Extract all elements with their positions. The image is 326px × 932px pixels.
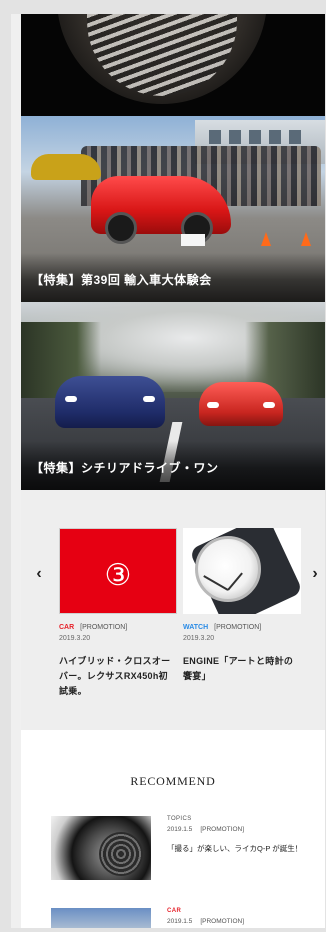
card-category[interactable]: WATCH [183, 624, 208, 631]
carousel-card[interactable]: ③ CAR [PROMOTION] 2019.3.20 ハイブリッド・クロスオーバ… [59, 528, 177, 699]
card-title[interactable]: ハイブリッド・クロスオーバー。レクサスRX450h初試乗。 [59, 654, 177, 699]
card-category[interactable]: CAR [59, 624, 74, 631]
headlight-graphic [143, 396, 155, 402]
camera-lens-graphic [99, 832, 143, 876]
headlight-graphic [207, 402, 219, 408]
red-car-graphic [199, 382, 283, 426]
headlight-graphic [263, 402, 275, 408]
window-graphic [289, 130, 301, 144]
traffic-cone-graphic [301, 232, 311, 246]
promotion-carousel: ‹ ③ CAR [PROMOTION] 2019.3.20 ハイブリッド・クロスオ… [21, 490, 325, 730]
recommend-date: 2019.1.5 [167, 918, 193, 925]
traffic-cone-graphic [261, 232, 271, 246]
recommend-thumbnail[interactable] [51, 908, 151, 928]
license-plate-graphic [181, 234, 205, 246]
carousel-card[interactable]: WATCH [PROMOTION] 2019.3.20 ENGINE「アートと時計… [183, 528, 301, 684]
recommend-tag: [PROMOTION] [200, 826, 245, 833]
feature-article-2[interactable]: 【特集】シチリアドライブ・ワン [21, 302, 325, 490]
card-title[interactable]: ENGINE「アートと時計の饗宴」 [183, 654, 301, 684]
mobile-page: 【特集】第39回 輸入車大体験会 【特集】シチリアドライブ・ワン ‹ ③ CAR… [21, 14, 325, 928]
scrollbar-track[interactable] [11, 14, 21, 928]
card-thumbnail[interactable] [183, 528, 301, 614]
card-meta: WATCH [PROMOTION] [183, 624, 301, 631]
chevron-right-icon[interactable]: › [307, 562, 323, 586]
recommend-category[interactable]: CAR [167, 908, 317, 914]
recommend-title[interactable]: 「撮る」が楽しい、ライカQ-P が誕生！ [167, 843, 317, 855]
card-date: 2019.3.20 [183, 635, 215, 642]
recommend-meta: 2019.1.5 [PROMOTION] [167, 918, 317, 925]
feature-caption: 【特集】第39回 輸入車大体験会 [21, 253, 325, 302]
recommend-meta: 2019.1.5 [PROMOTION] [167, 826, 317, 833]
window-graphic [209, 130, 221, 144]
card-tag: [PROMOTION] [214, 624, 262, 631]
card-thumbnail[interactable]: ③ [59, 528, 177, 614]
feature-article-1[interactable]: 【特集】第39回 輸入車大体験会 [21, 116, 325, 302]
card-date: 2019.3.20 [59, 635, 91, 642]
feature-caption: 【特集】シチリアドライブ・ワン [21, 441, 325, 490]
card-tag: [PROMOTION] [80, 624, 128, 631]
recommend-text: CAR 2019.1.5 [PROMOTION] [167, 908, 317, 925]
blue-car-graphic [55, 376, 165, 428]
window-graphic [249, 130, 261, 144]
hero-image-camera[interactable] [21, 14, 325, 116]
recommend-date: 2019.1.5 [167, 826, 193, 833]
wheel-graphic [105, 212, 137, 244]
yellow-car-graphic [31, 154, 101, 180]
recommend-section: RECOMMEND TOPICS 2019.1.5 [PROMOTION] 「撮る… [21, 730, 325, 928]
window-graphic [229, 130, 241, 144]
recommend-category[interactable]: TOPICS [167, 816, 317, 822]
window-graphic [269, 130, 281, 144]
card-meta: CAR [PROMOTION] [59, 624, 177, 631]
watch-face-graphic [195, 536, 261, 602]
chevron-left-icon[interactable]: ‹ [31, 562, 47, 586]
recommend-tag: [PROMOTION] [200, 918, 245, 925]
red-car-graphic [91, 176, 231, 244]
section-title: RECOMMEND [130, 774, 216, 788]
recommend-thumbnail[interactable] [51, 816, 151, 880]
recommend-text: TOPICS 2019.1.5 [PROMOTION] 「撮る」が楽しい、ライカQ… [167, 816, 317, 855]
headlight-graphic [65, 396, 77, 402]
card-number-badge: ③ [104, 559, 132, 592]
